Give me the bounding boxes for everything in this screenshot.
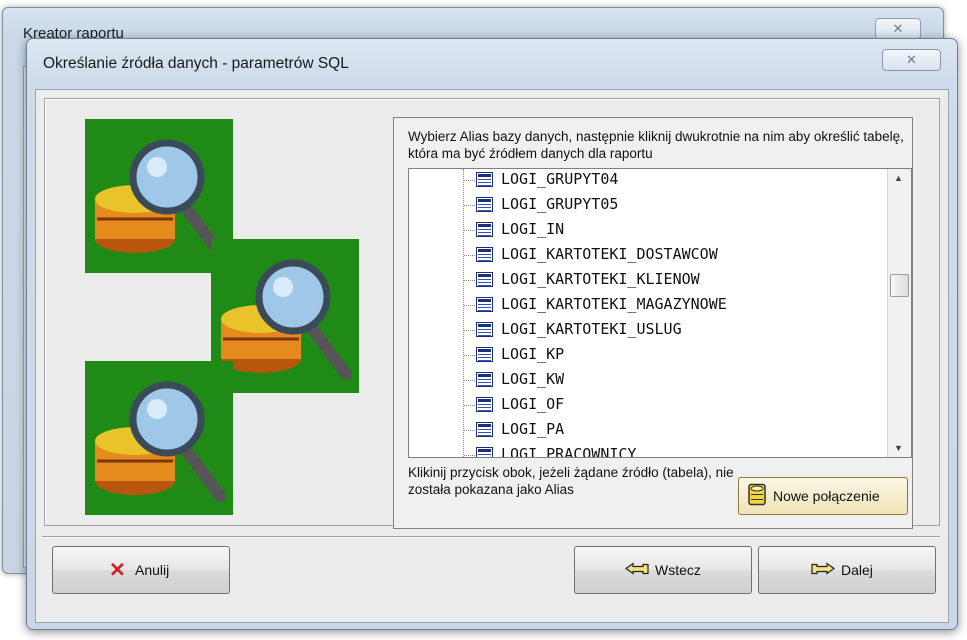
table-icon [476,272,493,287]
table-name: LOGI_PRACOWNICY [501,445,637,458]
table-icon [476,197,493,212]
table-icon [476,372,493,387]
instruction-text: Wybierz Alias bazy danych, następnie kli… [408,129,904,161]
next-label: Dalej [841,562,873,578]
tree-connector [464,255,475,256]
table-icon [476,397,493,412]
tree-connector [464,405,475,406]
bottom-separator [42,536,940,538]
red-x-icon: ✕ [109,559,126,582]
new-connection-button[interactable]: Nowe połączenie [738,477,908,515]
list-item[interactable]: LOGI_IN [409,218,879,243]
list-item[interactable]: LOGI_GRUPYT04 [409,169,879,193]
list-item[interactable]: LOGI_OF [409,393,879,418]
cancel-label: Anulij [135,562,170,578]
tree-connector [464,205,475,206]
scroll-up-arrow[interactable]: ▲ [894,173,903,183]
hand-pointing-right-icon [811,561,836,580]
list-item[interactable]: LOGI_PA [409,418,879,443]
back-label: Wstecz [655,562,701,578]
tree-connector [464,305,475,306]
table-name: LOGI_KARTOTEKI_KLIENOW [501,270,700,288]
list-item[interactable]: LOGI_KARTOTEKI_USLUG [409,318,879,343]
cancel-button[interactable]: ✕ Anulij [52,546,230,594]
tree-connector [464,180,475,181]
table-icon [476,222,493,237]
table-name: LOGI_OF [501,395,565,413]
new-connection-label: Nowe połączenie [773,488,880,504]
tree-connector [464,280,475,281]
table-name: LOGI_KARTOTEKI_USLUG [501,320,682,338]
dialog-client-area: Wybierz Alias bazy danych, następnie kli… [35,89,949,623]
tree-connector [464,330,475,331]
scroll-thumb[interactable] [890,274,909,297]
tree-connector [464,430,475,431]
next-button[interactable]: Dalej [758,546,936,594]
hand-pointing-left-icon [624,561,649,580]
table-icon [476,247,493,262]
table-name: LOGI_KARTOTEKI_MAGAZYNOWE [501,295,727,313]
list-item[interactable]: LOGI_PRACOWNICY [409,443,879,458]
list-item[interactable]: LOGI_KARTOTEKI_DOSTAWCOW [409,243,879,268]
table-icon [476,347,493,362]
list-item[interactable]: LOGI_KARTOTEKI_MAGAZYNOWE [409,293,879,318]
list-item[interactable]: LOGI_KW [409,368,879,393]
new-connection-hint: Klikinij przycisk obok, jeżeli żądane źr… [408,465,734,497]
list-item[interactable]: LOGI_KARTOTEKI_KLIENOW [409,268,879,293]
table-name: LOGI_GRUPYT04 [501,170,619,188]
table-name: LOGI_KARTOTEKI_DOSTAWCOW [501,245,718,263]
list-item[interactable]: LOGI_GRUPYT05 [409,193,879,218]
table-name: LOGI_PA [501,420,565,438]
table-icon [476,297,493,312]
tree-connector [464,355,475,356]
outer-close-button[interactable]: ✕ [875,18,921,40]
table-icon [476,447,493,457]
dialog-title: Określanie źródła danych - parametrów SQ… [43,55,349,72]
alias-panel: Wybierz Alias bazy danych, następnie kli… [393,117,913,529]
table-icon [476,422,493,437]
table-icon [476,322,493,337]
table-name: LOGI_KP [501,345,565,363]
alias-tree-list[interactable]: LOGI_GRUPYT04 LOGI_GRUPYT05 LOGI_IN LOGI_KA… [408,168,912,458]
table-name: LOGI_IN [501,220,565,238]
database-search-icon [211,239,359,393]
table-name: LOGI_GRUPYT05 [501,195,619,213]
tree-connector [464,455,475,456]
content-frame: Wybierz Alias bazy danych, następnie kli… [44,98,940,529]
table-icon [476,172,493,187]
dialog-close-button[interactable]: ✕ [882,49,941,71]
back-button[interactable]: Wstecz [574,546,752,594]
database-connection-icon [747,483,767,510]
dialog-window: Określanie źródła danych - parametrów SQ… [26,38,958,630]
vertical-scrollbar[interactable]: ▲ ▼ [887,169,911,457]
tree-connector [464,230,475,231]
tree-connector [464,380,475,381]
list-item[interactable]: LOGI_KP [409,343,879,368]
table-name: LOGI_KW [501,370,565,388]
scroll-down-arrow[interactable]: ▼ [894,443,903,453]
database-search-icon [85,361,233,515]
